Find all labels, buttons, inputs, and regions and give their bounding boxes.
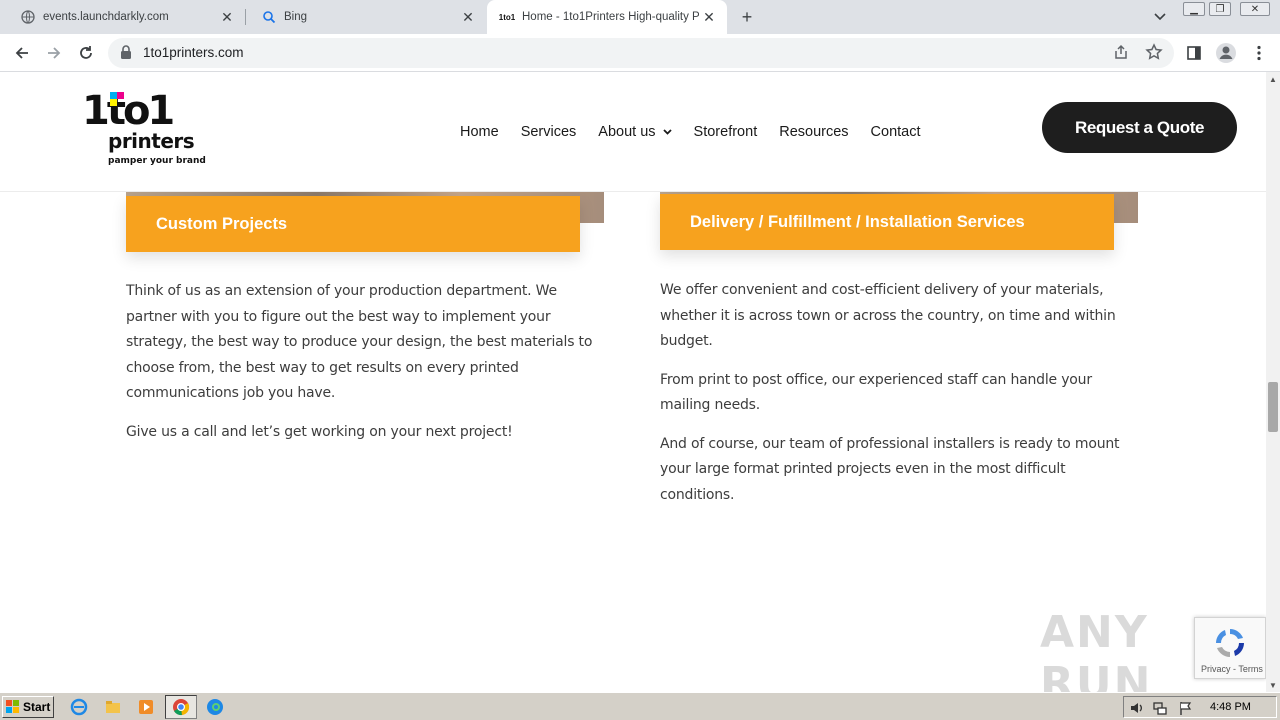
logo-tagline: pamper your brand bbox=[108, 156, 206, 166]
site-logo[interactable]: 1to1 printers pamper your brand bbox=[82, 88, 206, 175]
address-bar[interactable]: 1to1printers.com bbox=[108, 38, 1174, 68]
paragraph: Give us a call and let’s get working on … bbox=[126, 423, 513, 440]
recaptcha-links[interactable]: Privacy - Terms bbox=[1201, 664, 1263, 674]
chrome-taskbar-button[interactable] bbox=[165, 695, 197, 719]
forward-arrow-icon[interactable] bbox=[42, 41, 66, 65]
web-page: 1to1 printers pamper your brand Home Ser… bbox=[0, 72, 1266, 692]
tab-1to1printers[interactable]: 1to1 Home - 1to1Printers High-quality Pr… bbox=[487, 0, 727, 34]
site-header: 1to1 printers pamper your brand Home Ser… bbox=[0, 72, 1266, 192]
taskbar-clock: 4:48 PM bbox=[1210, 701, 1251, 713]
minimize-icon[interactable]: ▁ bbox=[1183, 2, 1205, 16]
lock-icon[interactable] bbox=[120, 45, 134, 61]
logo-magenta-dot bbox=[117, 92, 124, 99]
paragraph: We offer convenient and cost-efficient d… bbox=[660, 282, 1116, 349]
tab-title: Home - 1to1Printers High-quality Prin bbox=[522, 11, 699, 23]
reload-icon[interactable] bbox=[74, 41, 98, 65]
chevron-down-icon[interactable] bbox=[1150, 7, 1170, 27]
nav-about-us-label: About us bbox=[598, 124, 656, 140]
side-panel-icon[interactable] bbox=[1182, 41, 1206, 65]
close-window-icon[interactable]: ✕ bbox=[1240, 2, 1270, 16]
scroll-down-icon[interactable]: ▼ bbox=[1266, 678, 1280, 692]
volume-icon[interactable] bbox=[1129, 700, 1145, 716]
close-tab-icon[interactable]: ✕ bbox=[217, 7, 237, 27]
kebab-menu-icon[interactable] bbox=[1247, 41, 1271, 65]
scroll-up-icon[interactable]: ▲ bbox=[1266, 72, 1280, 86]
nav-resources[interactable]: Resources bbox=[779, 124, 848, 140]
edge-icon[interactable] bbox=[206, 698, 224, 716]
screen: events.launchdarkly.com ✕ Bing ✕ 1to1 Ho… bbox=[0, 0, 1280, 720]
action-center-flag-icon[interactable] bbox=[1178, 700, 1194, 716]
chrome-icon bbox=[172, 698, 190, 720]
paragraph: And of course, our team of professional … bbox=[660, 435, 1120, 503]
nav-home[interactable]: Home bbox=[460, 124, 499, 140]
logo-yellow-dot bbox=[110, 99, 117, 106]
site-favicon: 1to1 bbox=[498, 12, 516, 22]
back-arrow-icon[interactable] bbox=[10, 41, 34, 65]
browser-tab-strip: events.launchdarkly.com ✕ Bing ✕ 1to1 Ho… bbox=[0, 0, 1280, 34]
media-player-icon[interactable] bbox=[137, 698, 155, 716]
nav-about-us[interactable]: About us bbox=[598, 124, 672, 140]
logo-wordmark: 1to1 bbox=[82, 88, 175, 134]
logo-subword: printers bbox=[108, 129, 195, 153]
close-tab-icon[interactable]: ✕ bbox=[699, 7, 719, 27]
paragraph: Think of us as an extension of your prod… bbox=[126, 283, 593, 401]
nav-contact[interactable]: Contact bbox=[871, 124, 921, 140]
nav-services[interactable]: Services bbox=[521, 124, 577, 140]
page-scrollbar[interactable]: ▲ ▼ bbox=[1266, 72, 1280, 692]
new-tab-icon[interactable]: + bbox=[737, 7, 757, 27]
bookmark-star-icon[interactable] bbox=[1145, 43, 1163, 66]
tab-title: events.launchdarkly.com bbox=[43, 11, 169, 23]
tab-title: Bing bbox=[284, 11, 308, 23]
browser-toolbar: 1to1printers.com bbox=[0, 34, 1280, 72]
recaptcha-icon bbox=[1213, 626, 1247, 660]
main-nav: Home Services About us Storefront Resour… bbox=[460, 122, 943, 142]
tab-bing[interactable]: Bing ✕ bbox=[241, 0, 486, 34]
bing-search-icon bbox=[261, 9, 277, 25]
custom-projects-text: Think of us as an extension of your prod… bbox=[126, 279, 596, 458]
request-quote-button[interactable]: Request a Quote bbox=[1042, 102, 1237, 153]
delivery-services-banner: Delivery / Fulfillment / Installation Se… bbox=[660, 194, 1114, 250]
chevron-down-icon bbox=[662, 127, 672, 138]
windows-taskbar: Start 4:48 PM bbox=[0, 692, 1280, 720]
url-text: 1to1printers.com bbox=[143, 45, 244, 60]
nav-storefront[interactable]: Storefront bbox=[694, 124, 758, 140]
scrollbar-thumb[interactable] bbox=[1268, 382, 1278, 432]
network-icon[interactable] bbox=[1152, 700, 1168, 716]
start-button[interactable]: Start bbox=[2, 696, 54, 718]
recaptcha-badge[interactable]: Privacy - Terms bbox=[1194, 617, 1266, 679]
share-icon[interactable] bbox=[1113, 44, 1129, 65]
card-title: Delivery / Fulfillment / Installation Se… bbox=[690, 212, 1025, 231]
delivery-services-text: We offer convenient and cost-efficient d… bbox=[660, 278, 1140, 521]
logo-cyan-dot bbox=[110, 92, 117, 99]
start-label: Start bbox=[23, 700, 51, 714]
system-tray: 4:48 PM bbox=[1123, 696, 1277, 718]
globe-icon bbox=[20, 9, 36, 25]
tab-launchdarkly[interactable]: events.launchdarkly.com ✕ bbox=[0, 0, 245, 34]
windows-flag-icon bbox=[6, 700, 20, 714]
custom-projects-banner: Custom Projects bbox=[126, 196, 580, 252]
file-explorer-icon[interactable] bbox=[104, 698, 122, 716]
internet-explorer-icon[interactable] bbox=[70, 698, 88, 716]
close-tab-icon[interactable]: ✕ bbox=[458, 7, 478, 27]
card-title: Custom Projects bbox=[156, 214, 288, 233]
restore-icon[interactable]: ❐ bbox=[1209, 2, 1231, 16]
paragraph: From print to post office, our experienc… bbox=[660, 371, 1092, 414]
profile-avatar-icon[interactable] bbox=[1214, 41, 1238, 65]
